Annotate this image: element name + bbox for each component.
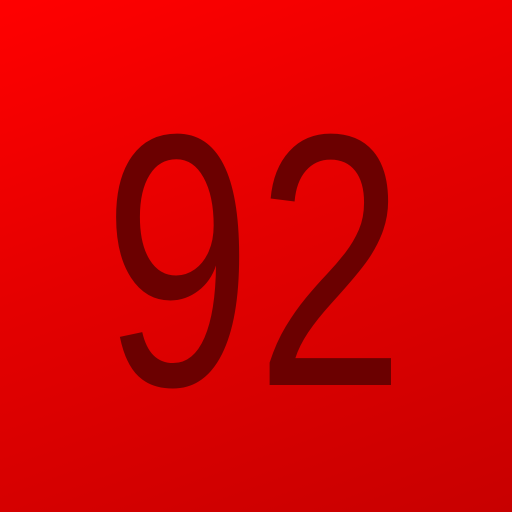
tile-number: 92 bbox=[103, 60, 409, 462]
number-tile: 92 bbox=[0, 0, 512, 512]
